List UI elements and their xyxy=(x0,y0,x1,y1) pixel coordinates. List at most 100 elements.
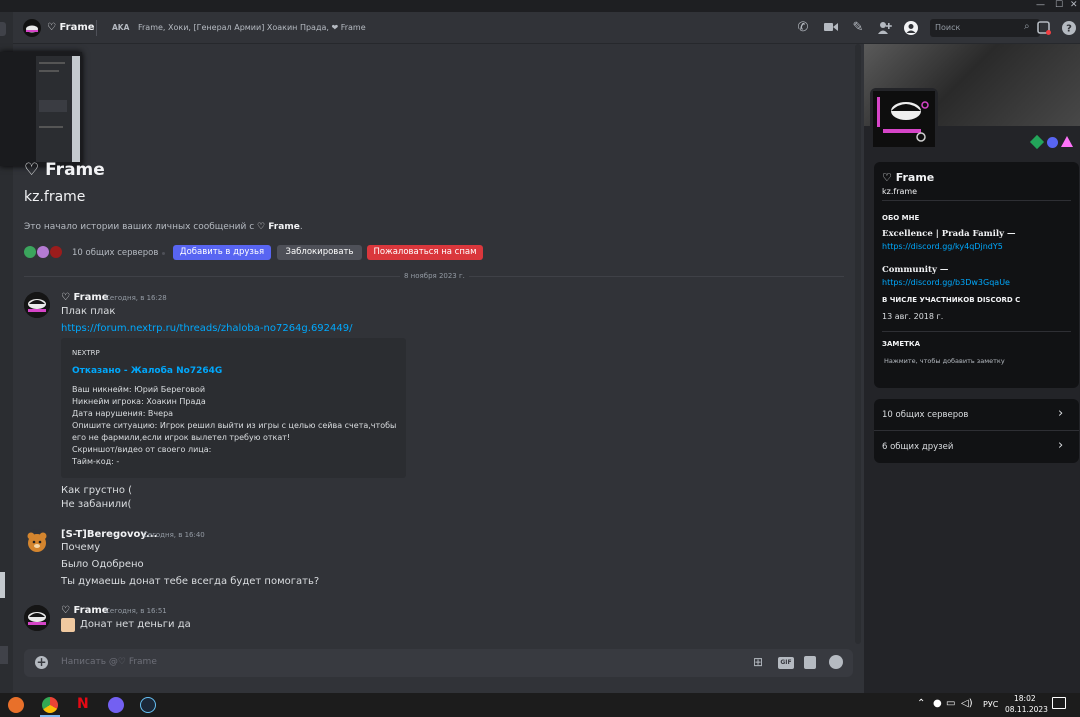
search-icon: ⌕ xyxy=(1024,21,1030,32)
message-text: Не забанили( xyxy=(61,499,132,510)
message-text: Ты думаешь донат тебе всегда будет помог… xyxy=(61,576,320,587)
inbox-icon[interactable] xyxy=(1037,21,1051,35)
notifications-icon[interactable] xyxy=(1052,697,1066,709)
profile-avatar[interactable] xyxy=(870,88,938,150)
language-indicator[interactable]: РУС xyxy=(983,700,998,709)
aka-names: Frame, Хоки, [Генерал Армии] Хоакин Прад… xyxy=(138,23,366,32)
message-composer[interactable]: + Написать @♡ Frame ⊞ GIF xyxy=(24,649,853,677)
firefox-icon[interactable] xyxy=(8,697,24,713)
network-icon[interactable]: ▭ xyxy=(946,698,955,709)
badges xyxy=(1029,134,1074,150)
channel-header: ♡ Frame AKA Frame, Хоки, [Генерал Армии]… xyxy=(13,12,1080,44)
boost-badge-icon[interactable] xyxy=(1061,136,1073,147)
mutual-friends-row[interactable]: 6 общих друзей › xyxy=(874,431,1079,463)
emoji-icon[interactable] xyxy=(829,655,843,669)
chrome-icon[interactable] xyxy=(42,697,58,713)
sidebar-edge-item[interactable] xyxy=(0,572,5,598)
viber-icon[interactable] xyxy=(108,697,124,713)
sidebar-edge-item[interactable] xyxy=(0,22,6,36)
message-link[interactable]: https://forum.nextrp.ru/threads/zhaloba-… xyxy=(61,323,353,334)
block-button[interactable]: Заблокировать xyxy=(277,245,362,260)
volume-icon[interactable]: ◁) xyxy=(961,698,973,709)
taskbar: N ⌃ ● ▭ ◁) РУС 18:02 08.11.2023 xyxy=(0,693,1080,717)
clock-date[interactable]: 08.11.2023 xyxy=(1005,705,1048,714)
add-friend-icon[interactable] xyxy=(878,21,892,35)
member-since-heading: В ЧИСЛЕ УЧАСТНИКОВ DISCORD С xyxy=(882,296,1021,304)
message-author[interactable]: ♡ Frame xyxy=(61,292,109,303)
about-link[interactable]: https://discord.gg/b3Dw3GqaUe xyxy=(882,278,1010,287)
gif-icon[interactable]: GIF xyxy=(778,657,794,669)
header-divider xyxy=(96,20,97,36)
mutuals-card: 10 общих серверов › 6 общих друзей › xyxy=(874,399,1079,463)
nitro-badge-icon[interactable] xyxy=(1047,137,1058,148)
profile-toggle-icon[interactable] xyxy=(904,21,918,35)
report-spam-button[interactable]: Пожаловаться на спам xyxy=(367,245,483,260)
server-icon xyxy=(37,246,49,258)
close-icon[interactable]: ✕ xyxy=(1070,0,1078,11)
message-text: Как грустно ( xyxy=(61,485,133,496)
embed-desc-line: Никнейм игрока: Хоакин Прада xyxy=(72,397,206,406)
about-link[interactable]: https://discord.gg/ky4qDjndY5 xyxy=(882,242,1003,251)
intro-username: kz.frame xyxy=(24,189,86,205)
embed-desc-line: Скриншот/видео от своего лица: xyxy=(72,445,212,454)
help-icon[interactable]: ? xyxy=(1062,21,1076,35)
thumbnail-block xyxy=(39,100,67,112)
profile-username: kz.frame xyxy=(882,187,918,196)
server-icon xyxy=(24,246,36,258)
mutual-servers-label: 10 общих серверов xyxy=(882,410,969,420)
message-timestamp: Сегодня, в 16:40 xyxy=(143,531,205,539)
message-text: Донат нет деньги да xyxy=(80,619,191,630)
embed-provider: NEXTRP xyxy=(72,349,100,357)
embed-desc-line: Дата нарушения: Вчера xyxy=(72,409,174,418)
clock-time[interactable]: 18:02 xyxy=(1014,694,1036,703)
search-input[interactable]: Поиск ⌕ xyxy=(930,19,1040,37)
composer-placeholder: Написать @♡ Frame xyxy=(61,657,157,667)
intro-mutual-servers[interactable]: 10 общих серверов xyxy=(72,248,158,258)
gift-icon[interactable]: ⊞ xyxy=(753,655,763,669)
history-name: ♡ Frame xyxy=(257,222,300,232)
microphone-icon[interactable]: ● xyxy=(933,698,942,709)
message-text: Было Одобрено xyxy=(61,559,144,570)
embed-desc-line: Ваш никнейм: Юрий Береговой xyxy=(72,385,206,394)
message-timestamp: Сегодня, в 16:51 xyxy=(105,607,167,615)
embed-title[interactable]: Отказано - Жалоба No7264G xyxy=(72,366,222,376)
embed-desc-line: его не фармили,если игрок вылетел требую… xyxy=(72,433,291,442)
message-author[interactable]: ♡ Frame xyxy=(61,605,109,616)
cat-emoji-icon xyxy=(61,618,75,632)
note-input[interactable]: Нажмите, чтобы добавить заметку xyxy=(884,357,1005,365)
server-icon xyxy=(50,246,62,258)
profile-divider xyxy=(882,331,1071,332)
about-line: Excellence | Prada Family — xyxy=(882,229,1016,239)
profile-display-name: ♡ Frame xyxy=(882,171,935,184)
sticker-icon[interactable] xyxy=(804,656,816,669)
window-titlebar: — ☐ ✕ xyxy=(0,0,1080,12)
active-developer-badge-icon[interactable] xyxy=(1029,134,1045,150)
voice-call-icon[interactable]: ✆ xyxy=(796,21,810,35)
video-call-icon[interactable] xyxy=(824,21,838,35)
intro-history-text: Это начало истории ваших личных сообщени… xyxy=(24,222,303,232)
mutual-servers-row[interactable]: 10 общих серверов › xyxy=(874,399,1079,430)
avatar[interactable] xyxy=(24,529,50,555)
thumbnail-line xyxy=(39,62,65,64)
thumbnail-side xyxy=(72,56,80,162)
steam-icon[interactable] xyxy=(140,697,156,713)
pin-icon[interactable]: ✎ xyxy=(851,21,865,35)
avatar[interactable] xyxy=(24,292,50,318)
minimize-icon[interactable]: — xyxy=(1036,0,1045,11)
add-friend-button[interactable]: Добавить в друзья xyxy=(173,245,271,260)
thumbnail-line xyxy=(39,70,59,72)
window-preview-thumbnail[interactable] xyxy=(0,52,82,166)
avatar[interactable] xyxy=(24,605,50,631)
maximize-icon[interactable]: ☐ xyxy=(1055,0,1063,11)
aka-label: AKA xyxy=(112,23,130,32)
message-text: Плак плак xyxy=(61,306,116,317)
link-embed: NEXTRP Отказано - Жалоба No7264G Ваш ник… xyxy=(61,338,406,478)
sidebar-edge-item[interactable] xyxy=(0,646,8,664)
add-attachment-icon[interactable]: + xyxy=(35,656,48,669)
chat-scrollbar[interactable] xyxy=(855,44,861,644)
header-avatar[interactable] xyxy=(23,19,41,37)
search-placeholder: Поиск xyxy=(935,23,961,32)
netflix-icon[interactable]: N xyxy=(77,696,89,712)
tray-chevron-icon[interactable]: ⌃ xyxy=(917,698,925,709)
member-since: 13 авг. 2018 г. xyxy=(882,312,944,321)
